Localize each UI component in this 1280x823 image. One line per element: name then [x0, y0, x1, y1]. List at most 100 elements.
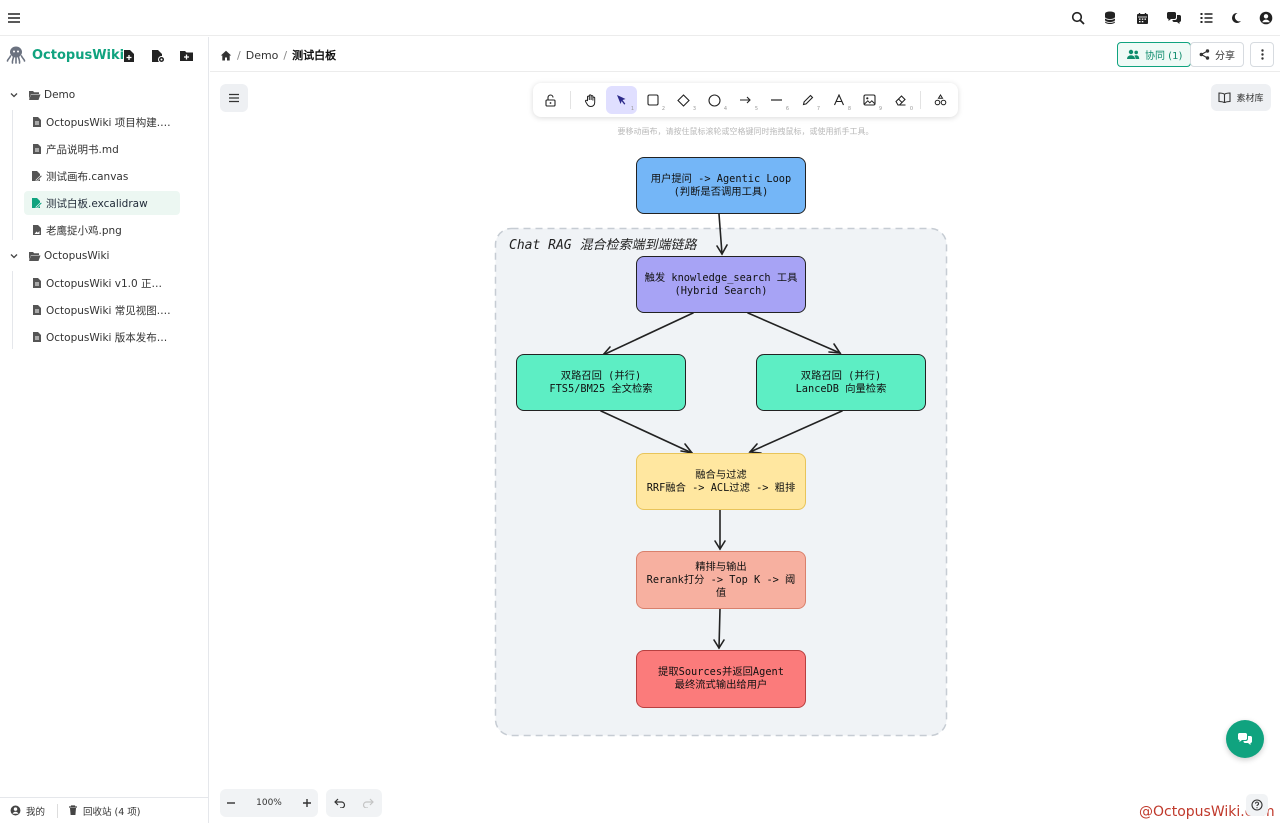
node-line: LanceDB 向量检索 [795, 382, 887, 395]
new-document-icon[interactable] [120, 47, 138, 65]
tree-file-release-notes[interactable]: OctopusWiki 版本发布说... [24, 325, 180, 349]
breadcrumb: / Demo / 测试白板 [220, 47, 336, 63]
sidebar: OctopusWiki Demo OctopusWiki 项目构建.b... 产… [0, 37, 209, 823]
flow-node-fusion-filter[interactable]: 融合与过滤 RRF融合 -> ACL过滤 -> 粗排 [636, 453, 806, 510]
node-line: 值 [715, 586, 727, 599]
flow-node-vector-recall[interactable]: 双路召回 (并行) LanceDB 向量检索 [756, 354, 926, 411]
top-bar [0, 0, 1280, 36]
chevron-down-icon[interactable] [0, 251, 28, 261]
chat-icon[interactable] [1164, 8, 1184, 28]
brand[interactable]: OctopusWiki [6, 45, 124, 65]
breadcrumb-folder[interactable]: Demo [246, 49, 279, 62]
file-icon [24, 331, 46, 343]
tree-guide [12, 271, 13, 349]
zoom-level[interactable]: 100% [256, 798, 282, 808]
tree-file-product-manual[interactable]: 产品说明书.md [24, 137, 180, 161]
dark-mode-icon[interactable] [1226, 8, 1246, 28]
more-options-button[interactable] [1250, 42, 1274, 67]
file-icon [24, 304, 46, 316]
tree-file-project-build[interactable]: OctopusWiki 项目构建.b... [24, 110, 180, 134]
collab-label: 协同 (1) [1145, 51, 1183, 62]
tree-file-test-canvas[interactable]: 测试画布.canvas [24, 164, 180, 188]
home-icon[interactable] [220, 50, 232, 61]
collab-button[interactable]: 协同 (1) [1117, 42, 1192, 67]
folder-open-icon [28, 251, 44, 262]
database-icon[interactable] [1100, 8, 1120, 28]
octopus-logo-icon [6, 45, 26, 65]
node-line: 融合与过滤 [695, 468, 747, 481]
zoom-in-icon[interactable] [302, 798, 312, 808]
image-file-icon [24, 224, 46, 236]
tree-file-v1-release[interactable]: OctopusWiki v1.0 正式版... [24, 271, 180, 295]
node-line: 用户提问 -> Agentic Loop [650, 172, 792, 185]
share-button[interactable]: 分享 [1190, 42, 1244, 67]
flow-node-output[interactable]: 提取Sources并返回Agent 最终流式输出给用户 [636, 650, 806, 708]
history-controls [326, 789, 382, 817]
divider [57, 803, 59, 818]
redo-icon[interactable] [362, 798, 374, 808]
tree-folder-octopuswiki[interactable]: OctopusWiki [0, 244, 200, 268]
file-icon [24, 143, 46, 155]
user-icon[interactable] [1256, 8, 1276, 28]
node-line: Rerank打分 -> Top K -> 阈 [646, 573, 796, 586]
node-line: 最终流式输出给用户 [674, 679, 768, 691]
tree-file-eagle-png[interactable]: 老鹰捉小鸡.png [24, 218, 180, 242]
new-folder-icon[interactable] [177, 47, 195, 65]
tree-item-label: Demo [44, 89, 76, 101]
drawing-icon [24, 197, 46, 209]
brand-name: OctopusWiki [32, 47, 125, 63]
tree-file-common-views[interactable]: OctopusWiki 常见视图.md [24, 298, 180, 322]
calendar-icon[interactable] [1132, 8, 1152, 28]
flow-node-fts-recall[interactable]: 双路召回 (并行) FTS5/BM25 全文检索 [516, 354, 686, 411]
search-icon[interactable] [1068, 8, 1088, 28]
node-line: (Hybrid Search) [674, 284, 768, 297]
node-line: RRF融合 -> ACL过滤 -> 粗排 [646, 481, 796, 494]
file-icon [24, 116, 46, 128]
share-icon [1199, 49, 1210, 60]
node-line: 双路召回 (并行) [560, 369, 642, 382]
tree-item-label: OctopusWiki v1.0 正式版... [46, 277, 171, 290]
sidebar-footer: 我的 回收站 (4 项) [0, 797, 209, 823]
more-vertical-icon [1260, 49, 1264, 60]
tree-folder-demo[interactable]: Demo [0, 83, 200, 107]
zoom-controls: 100% [220, 789, 318, 817]
node-line: 提取Sources并返回Agent [658, 666, 784, 678]
node-line: 触发 knowledge_search 工具 [644, 271, 798, 284]
trash-label: 回收站 (4 项) [83, 806, 141, 818]
trash-button[interactable]: 回收站 (4 项) [68, 804, 141, 818]
flow-node-user-query[interactable]: 用户提问 -> Agentic Loop (判断是否调用工具) [636, 157, 806, 214]
chat-bubbles-icon [1237, 732, 1253, 746]
tree-item-label: 产品说明书.md [46, 143, 119, 156]
tree-item-label: OctopusWiki [44, 250, 110, 262]
chat-fab-button[interactable] [1226, 720, 1264, 758]
help-button[interactable] [1246, 794, 1268, 816]
whiteboard-canvas[interactable]: 1 2 3 4 5 6 7 8 9 0 素材库 要移动画布，请按住鼠标滚轮或空格… [210, 73, 1280, 823]
undo-icon[interactable] [334, 798, 346, 808]
my-label: 我的 [26, 806, 46, 818]
breadcrumb-separator: / [237, 48, 241, 62]
file-icon [24, 277, 46, 289]
tree-item-label: OctopusWiki 常见视图.md [46, 304, 171, 317]
node-line: (判断是否调用工具) [673, 185, 769, 198]
folder-open-icon [28, 90, 44, 101]
menu-icon[interactable] [4, 8, 24, 28]
my-account-button[interactable]: 我的 [0, 804, 45, 818]
group-title: Chat RAG 混合检索端到端链路 [509, 238, 697, 253]
list-icon[interactable] [1196, 8, 1216, 28]
tree-guide [12, 110, 13, 240]
zoom-out-icon[interactable] [226, 798, 236, 808]
flow-node-rerank[interactable]: 精排与输出 Rerank打分 -> Top K -> 阈 值 [636, 551, 806, 609]
node-line: 双路召回 (并行) [800, 369, 882, 382]
new-file-settings-icon[interactable] [149, 47, 167, 65]
tree-item-label: OctopusWiki 版本发布说... [46, 331, 171, 344]
canvas-icon [24, 170, 46, 182]
breadcrumb-separator: / [283, 48, 288, 62]
chevron-down-icon[interactable] [0, 90, 28, 100]
help-icon [1251, 799, 1263, 811]
tree-item-label: OctopusWiki 项目构建.b... [46, 116, 171, 129]
tree-file-test-whiteboard[interactable]: 测试白板.excalidraw [24, 191, 180, 215]
tree-item-label: 测试白板.excalidraw [46, 197, 148, 210]
breadcrumb-current: 测试白板 [292, 49, 337, 62]
users-icon [1126, 49, 1140, 60]
flow-node-knowledge-search[interactable]: 触发 knowledge_search 工具 (Hybrid Search) [636, 256, 806, 313]
